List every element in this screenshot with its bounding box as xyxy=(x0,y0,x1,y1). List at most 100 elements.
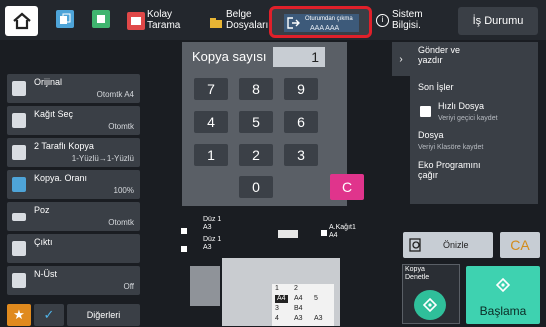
left-item-original[interactable]: Orijinal Otomtk A4 xyxy=(7,74,140,103)
file-item[interactable]: Dosya xyxy=(418,130,444,140)
proof-copy-button[interactable] xyxy=(414,290,446,320)
left-item-title: 2 Taraflı Kopya xyxy=(34,141,94,151)
key-7[interactable]: 7 xyxy=(194,78,228,100)
tray-grid-cell: 1 xyxy=(275,285,279,292)
key-0[interactable]: 0 xyxy=(239,176,273,198)
easy-scan-icon[interactable] xyxy=(127,12,145,30)
preview-button[interactable]: Önizle xyxy=(403,232,493,258)
quick-file-item[interactable]: Hızlı Dosya xyxy=(438,101,484,111)
tray-icon xyxy=(321,230,327,236)
left-item-title: Kopya. Oranı xyxy=(34,173,88,183)
logged-in-user: AAA AAA xyxy=(310,25,340,32)
output-paper-label: A.Kağıt1 A4 xyxy=(329,224,356,239)
machine-diagram: Düz 1 A3 Düz 1 A3 A.Kağıt1 A4 1 2 A4 A4 … xyxy=(176,214,376,327)
job-status-button[interactable]: İş Durumu xyxy=(458,7,538,35)
document-filing-label[interactable]: Belge Dosyaları xyxy=(226,9,268,31)
copy-count-label: Kopya sayısı xyxy=(192,49,267,64)
copy-ratio-icon xyxy=(12,177,26,192)
left-item-value: Otomtk xyxy=(108,122,134,131)
check-icon: ✓ xyxy=(43,307,55,322)
key-3[interactable]: 3 xyxy=(284,144,318,166)
logout-icon xyxy=(287,17,300,29)
left-item-value: 100% xyxy=(113,186,134,195)
key-6[interactable]: 6 xyxy=(284,111,318,133)
start-diamond-icon xyxy=(496,278,510,292)
key-9[interactable]: 9 xyxy=(284,78,318,100)
paper-icon xyxy=(278,230,298,238)
exposure-icon xyxy=(12,213,26,221)
key-2[interactable]: 2 xyxy=(239,144,273,166)
left-item-copy-ratio[interactable]: Kopya. Oranı 100% xyxy=(7,170,140,199)
clear-all-button[interactable]: CA xyxy=(500,232,540,258)
proof-copy-label: Kopya Denetle xyxy=(405,266,430,281)
output-icon xyxy=(12,241,26,256)
left-item-paper-select[interactable]: Kağıt Seç Otomtk xyxy=(7,106,140,135)
system-info-label[interactable]: Sistem Bilgisi. xyxy=(392,9,423,31)
key-5[interactable]: 5 xyxy=(239,111,273,133)
quick-file-sub: Veriyi geçici kaydet xyxy=(438,115,498,122)
tray2-label: Düz 1 A3 xyxy=(203,236,222,251)
left-item-value: 1-Yüzlü→1-Yüzlü xyxy=(71,154,134,163)
preview-label: Önizle xyxy=(443,240,469,250)
easy-scan-label[interactable]: Kolay Tarama xyxy=(147,9,180,31)
tray-grid-cell: 5 xyxy=(314,295,318,302)
star-icon: ★ xyxy=(13,307,25,322)
others-button[interactable]: Diğerleri xyxy=(67,304,140,326)
left-item-value: Otomtk xyxy=(108,218,134,227)
recent-jobs-item[interactable]: Son İşler xyxy=(418,82,454,92)
key-8[interactable]: 8 xyxy=(239,78,273,100)
left-item-duplex[interactable]: 2 Taraflı Kopya 1-Yüzlü→1-Yüzlü xyxy=(7,138,140,167)
copy-count-field[interactable]: 1 xyxy=(273,47,325,67)
quick-file-checkbox[interactable] xyxy=(420,106,431,117)
paper-select-icon xyxy=(12,113,26,128)
home-button[interactable] xyxy=(5,6,38,36)
tray-grid-cell: A3 xyxy=(294,315,303,322)
start-button[interactable]: Başlama xyxy=(466,266,540,324)
feeder-unit xyxy=(190,266,220,306)
tray-grid-cell: 2 xyxy=(294,285,298,292)
document-filing-icon[interactable] xyxy=(207,14,225,32)
tray-grid: 1 2 A4 A4 5 3 B4 4 A3 A3 xyxy=(272,284,334,326)
clear-key[interactable]: C xyxy=(330,174,364,200)
copy-mode-icon[interactable] xyxy=(56,10,74,28)
duplex-icon xyxy=(12,145,26,160)
tray-grid-cell: 3 xyxy=(275,305,279,312)
start-diamond-icon xyxy=(423,298,437,312)
original-icon xyxy=(12,81,26,96)
send-and-print-item[interactable]: Gönder ve yazdır xyxy=(418,45,460,65)
chevron-right-icon: › xyxy=(399,53,403,65)
tray-grid-cell: A4 xyxy=(275,295,288,303)
tray-grid-cell: 4 xyxy=(275,315,279,322)
left-item-value: Otomtk A4 xyxy=(96,90,134,99)
tray-icon xyxy=(181,228,187,234)
info-icon[interactable]: i xyxy=(376,14,389,27)
check-button[interactable]: ✓ xyxy=(34,304,64,326)
home-icon xyxy=(12,12,31,30)
preview-icon xyxy=(409,238,421,252)
left-item-title: Çıktı xyxy=(34,237,53,247)
left-item-title: N-Üst xyxy=(34,269,57,279)
tray-grid-cell: A3 xyxy=(314,315,323,322)
start-label: Başlama xyxy=(479,304,527,318)
left-item-value: Off xyxy=(123,282,134,291)
file-sub: Veriyi Klasöre kaydet xyxy=(418,144,484,151)
key-1[interactable]: 1 xyxy=(194,144,228,166)
left-item-output[interactable]: Çıktı xyxy=(7,234,140,263)
logout-button[interactable]: Oturumdan çıkma AAA AAA xyxy=(269,6,372,38)
tray-grid-cell: A4 xyxy=(294,295,303,302)
eco-program-item[interactable]: Eko Programını çağır xyxy=(418,160,481,180)
logout-label: Oturumdan çıkma xyxy=(305,16,353,22)
scan-mode-icon[interactable] xyxy=(92,10,110,28)
left-item-title: Kağıt Seç xyxy=(34,109,74,119)
n-up-icon xyxy=(12,273,26,288)
tray1-label: Düz 1 A3 xyxy=(203,216,222,231)
expand-panel-button[interactable]: › xyxy=(392,42,410,76)
tray-grid-cell: B4 xyxy=(294,305,303,312)
key-4[interactable]: 4 xyxy=(194,111,228,133)
left-item-title: Poz xyxy=(34,205,50,215)
favorite-button[interactable]: ★ xyxy=(7,304,31,326)
left-item-title: Orijinal xyxy=(34,77,63,87)
left-item-exposure[interactable]: Poz Otomtk xyxy=(7,202,140,231)
left-item-n-up[interactable]: N-Üst Off xyxy=(7,266,140,295)
tray-icon xyxy=(181,246,187,252)
